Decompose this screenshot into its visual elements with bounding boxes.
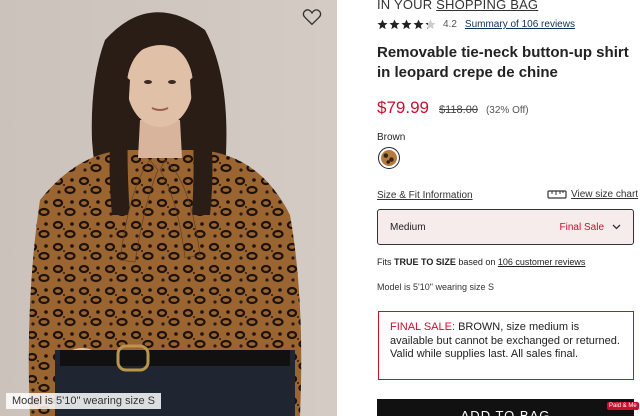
bag-notice-prefix: IN YOUR: [377, 0, 437, 12]
size-dropdown[interactable]: Medium Final Sale: [377, 209, 634, 245]
discount-percent: (32% Off): [485, 105, 529, 116]
model-illustration: [0, 0, 337, 416]
favorite-heart-icon[interactable]: [302, 8, 322, 26]
original-price: $118.00: [439, 104, 478, 116]
star-partial-icon: [425, 19, 436, 30]
product-photo[interactable]: Model is 5'10" wearing size S: [0, 0, 337, 416]
chevron-down-icon: [612, 224, 621, 230]
color-label: Brown: [377, 132, 406, 143]
fit-note-middle: based on: [455, 257, 498, 267]
final-sale-notice: FINAL SALE: BROWN, size medium is availa…: [378, 311, 634, 380]
product-page: Model is 5'10" wearing size S IN YOUR SH…: [0, 0, 640, 416]
photo-caption: Model is 5'10" wearing size S: [6, 393, 161, 409]
star-full-icon: [401, 19, 412, 30]
shopping-bag-link[interactable]: SHOPPING BAG: [436, 0, 538, 12]
price-row: $79.99 $118.00 (32% Off): [377, 98, 529, 118]
reviews-summary-link[interactable]: Summary of 106 reviews: [465, 19, 575, 30]
star-full-icon: [413, 19, 424, 30]
bag-notice: IN YOUR SHOPPING BAG: [377, 0, 538, 12]
color-swatch-brown[interactable]: [378, 147, 400, 169]
view-size-chart-link[interactable]: View size chart: [547, 188, 638, 200]
product-info-panel: IN YOUR SHOPPING BAG 4.2 Summary of 106 …: [377, 0, 640, 416]
product-title: Removable tie-neck button-up shirt in le…: [377, 44, 629, 81]
size-fit-info-link[interactable]: Size & Fit Information: [377, 190, 473, 201]
star-rating: [377, 19, 437, 30]
star-full-icon: [389, 19, 400, 30]
final-sale-label: FINAL SALE:: [390, 321, 456, 333]
sale-price: $79.99: [377, 98, 429, 117]
final-sale-tag: Final Sale: [559, 221, 604, 233]
fit-note: Fits TRUE TO SIZE based on 106 customer …: [377, 257, 585, 267]
customer-reviews-link[interactable]: 106 customer reviews: [498, 257, 586, 267]
tape-measure-icon: [547, 190, 567, 199]
star-full-icon: [377, 19, 388, 30]
add-to-bag-button[interactable]: ADD TO BAG: [377, 399, 634, 416]
fit-note-prefix: Fits: [377, 257, 394, 267]
size-chart-label: View size chart: [571, 188, 639, 200]
rating-row: 4.2 Summary of 106 reviews: [377, 19, 575, 30]
leopard-swatch-icon: [381, 150, 397, 166]
rating-value: 4.2: [443, 19, 457, 30]
model-size-note: Model is 5'10" wearing size S: [377, 282, 494, 292]
corner-badge[interactable]: Paid & Me: [607, 402, 639, 410]
size-selected-value: Medium: [390, 221, 426, 233]
fit-note-bold: TRUE TO SIZE: [394, 257, 456, 267]
